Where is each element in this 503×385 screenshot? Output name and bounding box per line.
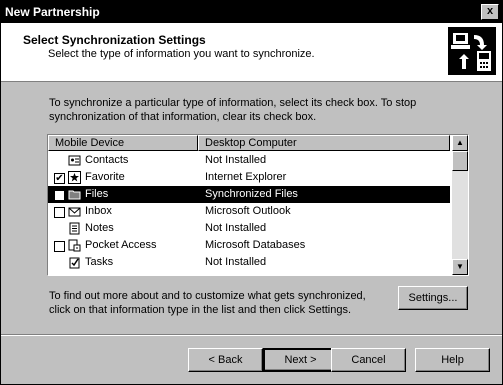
files-checkbox[interactable] bbox=[54, 190, 65, 201]
back-button[interactable]: < Back bbox=[188, 348, 263, 372]
scroll-down-button[interactable]: ▼ bbox=[452, 259, 468, 275]
scroll-thumb[interactable] bbox=[452, 151, 468, 171]
device-name: Favorite bbox=[85, 171, 125, 183]
files-icon bbox=[68, 188, 81, 201]
list-item-favorite[interactable]: ✔ Favorite Internet Explorer bbox=[48, 169, 450, 186]
column-header-desktop-computer[interactable]: Desktop Computer bbox=[198, 135, 450, 151]
contacts-icon bbox=[68, 154, 81, 167]
favorite-icon bbox=[68, 171, 81, 184]
favorite-checkbox[interactable]: ✔ bbox=[54, 173, 65, 184]
list-item-pocket-access[interactable]: Pocket Access Microsoft Databases bbox=[48, 237, 450, 254]
next-button[interactable]: Next > bbox=[263, 348, 338, 372]
new-partnership-dialog: New Partnership x Select Synchronization… bbox=[0, 0, 503, 385]
desktop-name: Not Installed bbox=[205, 154, 267, 166]
inbox-checkbox[interactable] bbox=[54, 207, 65, 218]
scroll-up-button[interactable]: ▲ bbox=[452, 135, 468, 151]
list-scrollbar[interactable]: ▲ ▼ bbox=[452, 135, 468, 275]
device-name: Inbox bbox=[85, 205, 112, 217]
desktop-name: Internet Explorer bbox=[205, 171, 287, 183]
sync-settings-list[interactable]: Mobile Device Desktop Computer Contacts … bbox=[47, 134, 469, 276]
pocket-access-checkbox[interactable] bbox=[54, 241, 65, 252]
device-name: Contacts bbox=[85, 154, 129, 166]
cancel-button[interactable]: Cancel bbox=[331, 348, 406, 372]
help-button[interactable]: Help bbox=[415, 348, 490, 372]
window-title: New Partnership bbox=[5, 5, 100, 19]
desktop-name: Synchronized Files bbox=[205, 188, 298, 200]
header-title: Select Synchronization Settings bbox=[23, 33, 206, 47]
tasks-icon bbox=[68, 256, 81, 269]
title-bar: New Partnership x bbox=[1, 1, 502, 23]
device-name: Pocket Access bbox=[85, 239, 157, 251]
desktop-name: Microsoft Outlook bbox=[205, 205, 291, 217]
notes-icon bbox=[68, 222, 81, 235]
desktop-name: Not Installed bbox=[205, 256, 267, 268]
settings-info-text: To find out more about and to customize … bbox=[49, 290, 366, 316]
header-subtitle: Select the type of information you want … bbox=[48, 48, 315, 60]
instructions-text: To synchronize a particular type of info… bbox=[49, 97, 417, 123]
wizard-header: Select Synchronization Settings Select t… bbox=[1, 23, 502, 82]
list-item-notes[interactable]: Notes Not Installed bbox=[48, 220, 450, 237]
column-header-mobile-device[interactable]: Mobile Device bbox=[48, 135, 198, 151]
close-button[interactable]: x bbox=[481, 4, 499, 20]
list-item-contacts[interactable]: Contacts Not Installed bbox=[48, 152, 450, 169]
device-name: Tasks bbox=[85, 256, 114, 268]
device-name: Notes bbox=[85, 222, 114, 234]
sync-devices-icon bbox=[448, 27, 496, 75]
list-item-files[interactable]: Files Synchronized Files bbox=[48, 186, 450, 203]
settings-button[interactable]: Settings... bbox=[398, 286, 468, 310]
list-item-tasks[interactable]: Tasks Not Installed bbox=[48, 254, 450, 271]
desktop-name: Microsoft Databases bbox=[205, 239, 306, 251]
inbox-icon bbox=[68, 205, 81, 218]
device-name: Files bbox=[85, 188, 109, 200]
desktop-name: Not Installed bbox=[205, 222, 267, 234]
list-item-inbox[interactable]: Inbox Microsoft Outlook bbox=[48, 203, 450, 220]
footer-divider bbox=[1, 334, 502, 336]
pocket-access-icon bbox=[68, 239, 81, 252]
